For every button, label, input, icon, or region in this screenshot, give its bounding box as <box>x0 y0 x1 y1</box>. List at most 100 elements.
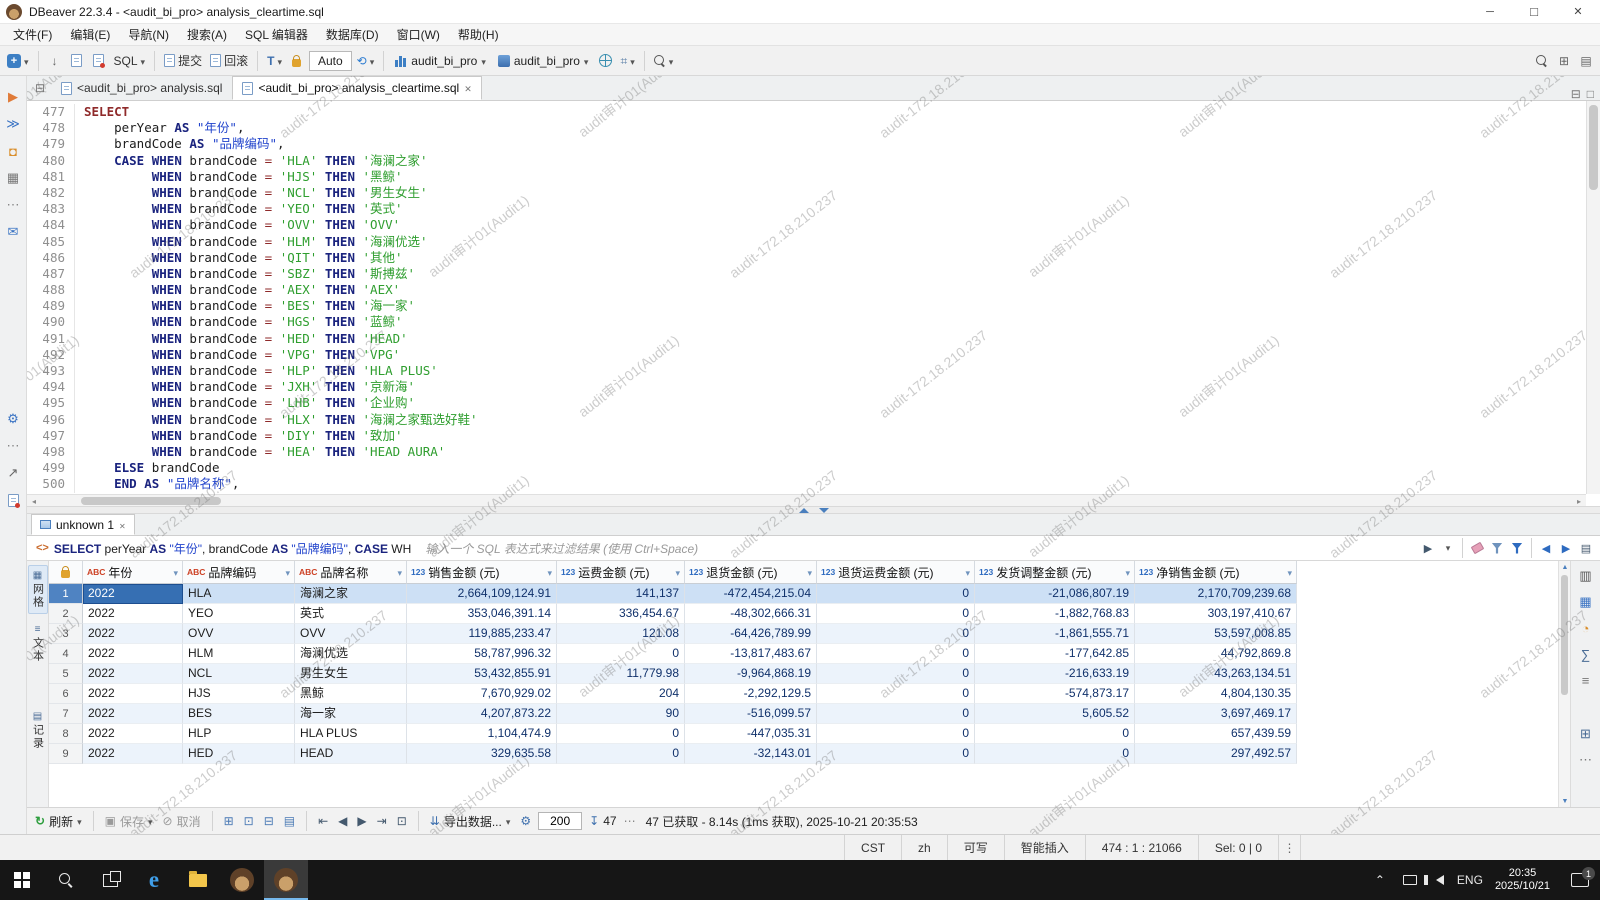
table-cell[interactable]: 海澜优选 <box>295 644 407 664</box>
menu-item[interactable]: 文件(F) <box>4 24 61 46</box>
table-cell[interactable]: HLA <box>183 584 295 604</box>
table-cell[interactable]: 0 <box>557 724 685 744</box>
table-cell[interactable]: 0 <box>557 744 685 764</box>
column-header[interactable]: 123 净销售金额 (元) <box>1135 561 1297 584</box>
chart-panel-icon[interactable]: ◔ <box>1577 619 1595 637</box>
table-cell[interactable]: 7,670,929.02 <box>407 684 557 704</box>
column-filter-icon[interactable] <box>1287 565 1292 579</box>
column-filter-icon[interactable] <box>807 565 812 579</box>
table-cell[interactable]: 2022 <box>83 744 183 764</box>
table-cell[interactable]: 3,697,469.17 <box>1135 704 1297 724</box>
table-row[interactable]: 3 2022 OVV OVV 119,885,233.47 121.08 -64,426,7… <box>49 624 1558 644</box>
maximize-panel-icon[interactable]: □ <box>1587 88 1594 100</box>
table-cell[interactable]: 119,885,233.47 <box>407 624 557 644</box>
more-icon[interactable]: ⋯ <box>624 814 636 828</box>
table-cell[interactable]: OVV <box>183 624 295 644</box>
apply-filter-button[interactable]: ▶ <box>1418 538 1438 558</box>
table-cell[interactable]: 0 <box>817 624 975 644</box>
file-explorer-button[interactable] <box>176 860 220 900</box>
collapse-up-icon[interactable] <box>798 507 809 513</box>
table-cell[interactable]: 0 <box>817 684 975 704</box>
table-cell[interactable]: 海一家 <box>295 704 407 724</box>
table-cell[interactable]: -32,143.01 <box>685 744 817 764</box>
results-view-tab[interactable]: ▦ 网格 <box>27 565 48 614</box>
mail-export-icon[interactable]: ✉ <box>4 223 22 241</box>
taskbar-search-button[interactable] <box>44 860 88 900</box>
table-cell[interactable]: -574,873.17 <box>975 684 1135 704</box>
tab-analysis-cleartime-sql[interactable]: <audit_bi_pro> analysis_cleartime.sql <box>232 76 482 100</box>
table-cell[interactable]: 11,779.98 <box>557 664 685 684</box>
table-cell[interactable]: BES <box>183 704 295 724</box>
start-button[interactable] <box>0 860 44 900</box>
column-filter-icon[interactable] <box>547 565 552 579</box>
table-cell[interactable]: 657,439.59 <box>1135 724 1297 744</box>
edge-browser-button[interactable]: e <box>132 860 176 900</box>
column-header[interactable]: ABC 品牌编码 <box>183 561 295 584</box>
table-row[interactable]: 2 2022 YEO 英式 353,046,391.14 336,454.67 -48,30… <box>49 604 1558 624</box>
editor-vertical-scrollbar[interactable] <box>1586 101 1600 494</box>
refresh-button[interactable]: ↻ 刷新 <box>32 810 85 832</box>
row-number[interactable]: 6 <box>49 684 83 704</box>
explain-plan-icon[interactable]: ◘ <box>4 142 22 160</box>
table-cell[interactable]: -2,292,129.5 <box>685 684 817 704</box>
table-cell[interactable]: 海澜之家 <box>295 584 407 604</box>
export-result-icon[interactable]: ↗ <box>4 464 22 482</box>
menu-item[interactable]: 搜索(A) <box>178 24 236 46</box>
table-cell[interactable]: -1,861,555.71 <box>975 624 1135 644</box>
sql-editor[interactable]: 477 SELECT 478 perYear AS "年份", 479 brandCo… <box>27 101 1600 506</box>
notification-center-button[interactable]: 1 <box>1560 860 1600 900</box>
taskbar-clock[interactable]: 20:35 2025/10/21 <box>1485 867 1560 893</box>
menu-item[interactable]: 数据库(D) <box>317 24 388 46</box>
table-cell[interactable]: 4,207,873.22 <box>407 704 557 724</box>
dbeaver-active-taskbar-button[interactable] <box>264 860 308 900</box>
aggregate-panel-icon[interactable]: ∑ <box>1577 645 1595 663</box>
scrollbar-thumb[interactable] <box>81 497 221 505</box>
cancel-button[interactable]: ⊘ 取消 <box>160 810 204 832</box>
result-grid[interactable]: ABC年份ABC品牌编码ABC品牌名称123销售金额 (元)123运费金额 (元… <box>49 561 1558 807</box>
duplicate-row-button[interactable]: ⊡ <box>241 810 257 832</box>
table-cell[interactable]: 303,197,410.67 <box>1135 604 1297 624</box>
minimize-button[interactable] <box>1468 0 1512 24</box>
connection-selector[interactable]: audit_bi_pro <box>390 50 491 72</box>
table-cell[interactable]: 0 <box>817 604 975 624</box>
search-dropdown-button[interactable] <box>651 50 677 72</box>
grid-toggle-icon[interactable]: ▦ <box>4 169 22 187</box>
references-panel-icon[interactable]: ⋯ <box>1577 751 1595 769</box>
menu-item[interactable]: 窗口(W) <box>388 24 449 46</box>
tab-analysis-sql[interactable]: <audit_bi_pro> analysis.sql <box>51 76 232 100</box>
clear-filter-icon[interactable] <box>1467 538 1487 558</box>
table-cell[interactable]: 男生女生 <box>295 664 407 684</box>
commit-button[interactable]: 提交 <box>161 50 205 72</box>
table-cell[interactable]: 336,454.67 <box>557 604 685 624</box>
table-cell[interactable]: 2022 <box>83 584 183 604</box>
panel-toggle-icon[interactable]: ▤ <box>1576 538 1596 558</box>
fetch-size-input[interactable] <box>538 812 583 830</box>
column-header[interactable]: 123 销售金额 (元) <box>407 561 557 584</box>
table-cell[interactable]: -48,302,666.31 <box>685 604 817 624</box>
row-number[interactable]: 7 <box>49 704 83 724</box>
table-cell[interactable]: 43,263,134.51 <box>1135 664 1297 684</box>
execute-statement-icon[interactable]: ▶ <box>4 88 22 106</box>
table-cell[interactable]: 58,787,996.32 <box>407 644 557 664</box>
table-cell[interactable]: 4,804,130.35 <box>1135 684 1297 704</box>
table-cell[interactable]: OVV <box>295 624 407 644</box>
table-cell[interactable]: 0 <box>817 724 975 744</box>
filter-input[interactable]: 输入一个 SQL 表达式来过滤结果 (使用 Ctrl+Space) <box>425 540 1418 557</box>
table-cell[interactable]: 2022 <box>83 644 183 664</box>
task-view-button[interactable] <box>88 860 132 900</box>
sql-mode-button[interactable]: SQL <box>111 50 149 72</box>
grid-settings-button[interactable]: ⚙ <box>517 810 534 832</box>
table-cell[interactable]: 0 <box>817 584 975 604</box>
table-cell[interactable]: 121.08 <box>557 624 685 644</box>
table-cell[interactable]: -447,035.31 <box>685 724 817 744</box>
table-cell[interactable]: 141,137 <box>557 584 685 604</box>
table-cell[interactable]: 0 <box>817 704 975 724</box>
next-row-button[interactable]: ▶ <box>354 810 369 832</box>
column-header[interactable]: 123 发货调整金额 (元) <box>975 561 1135 584</box>
layout-button[interactable]: ▤ <box>1576 50 1596 72</box>
table-cell[interactable]: -64,426,789.99 <box>685 624 817 644</box>
table-cell[interactable]: HJS <box>183 684 295 704</box>
history-forward-icon[interactable]: ▶ <box>1556 538 1576 558</box>
maximize-button[interactable] <box>1512 0 1556 24</box>
column-filter-icon[interactable] <box>173 565 178 579</box>
